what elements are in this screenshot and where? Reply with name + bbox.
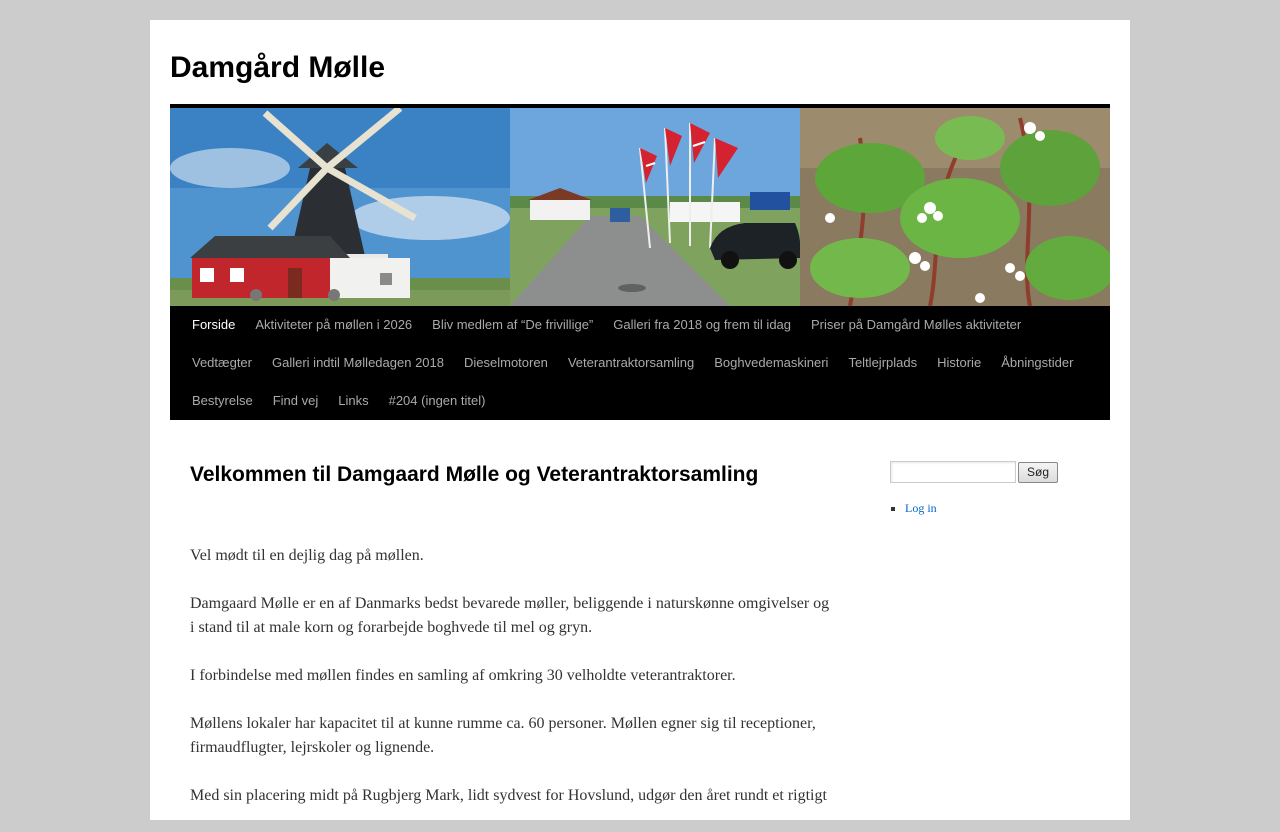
nav-item-forside[interactable]: Forside	[182, 306, 245, 344]
nav-item-aktiviteter[interactable]: Aktiviteter på møllen i 2026	[245, 306, 422, 344]
nav-item-find-vej[interactable]: Find vej	[263, 382, 329, 420]
list-item: Log in	[905, 501, 1110, 516]
nav-item-boghvedemaskineri[interactable]: Boghvedemaskineri	[704, 344, 838, 382]
meta-links: Log in	[890, 501, 1110, 516]
nav-item-links[interactable]: Links	[328, 382, 378, 420]
nav-item-aabningstider[interactable]: Åbningstider	[991, 344, 1083, 382]
header-banner-image	[170, 108, 1110, 306]
search-form: Søg	[890, 461, 1110, 483]
nav-item-priser[interactable]: Priser på Damgård Mølles aktiviteter	[801, 306, 1031, 344]
nav-item-galleri-indtil-2018[interactable]: Galleri indtil Mølledagen 2018	[262, 344, 454, 382]
post-paragraph: Med sin placering midt på Rugbjerg Mark,…	[190, 787, 827, 804]
nav-item-bestyrelse[interactable]: Bestyrelse	[182, 382, 263, 420]
banner-buckwheat-photo	[800, 108, 1110, 306]
nav-item-galleri-2018[interactable]: Galleri fra 2018 og frem til idag	[603, 306, 801, 344]
banner-windmill-photo	[170, 108, 510, 306]
search-button[interactable]: Søg	[1018, 461, 1059, 483]
post-paragraph: I forbindelse med møllen findes en samli…	[190, 667, 736, 684]
nav-item-historie[interactable]: Historie	[927, 344, 991, 382]
nav-item-204[interactable]: #204 (ingen titel)	[379, 382, 496, 420]
nav-item-veterantraktorsamling[interactable]: Veterantraktorsamling	[558, 344, 704, 382]
nav-item-bliv-medlem[interactable]: Bliv medlem af “De frivillige”	[422, 306, 603, 344]
page-wrapper: Damgård Mølle Forside Aktiviteter på møl…	[150, 20, 1130, 820]
post-paragraph: Møllens lokaler har kapacitet til at kun…	[190, 715, 816, 756]
post-title: Velkommen til Damgaard Mølle og Veterant…	[190, 463, 759, 486]
search-input[interactable]	[890, 461, 1016, 483]
login-link[interactable]: Log in	[905, 501, 937, 515]
nav-item-dieselmotoren[interactable]: Dieselmotoren	[454, 344, 558, 382]
banner-flags-photo	[510, 108, 801, 306]
main-content: Velkommen til Damgaard Mølle og Veterant…	[190, 460, 835, 832]
post-paragraph: Vel mødt til en dejlig dag på møllen.	[190, 547, 424, 564]
post-paragraph: Damgaard Mølle er en af Danmarks bedst b…	[190, 595, 830, 636]
sidebar: Søg Log in	[890, 461, 1110, 516]
main-navigation: Forside Aktiviteter på møllen i 2026 Bli…	[170, 306, 1110, 420]
site-title[interactable]: Damgård Mølle	[170, 50, 385, 86]
post-body: Vel mødt til en dejlig dag på møllen. Da…	[190, 544, 835, 808]
nav-item-teltlejrplads[interactable]: Teltlejrplads	[838, 344, 927, 382]
nav-item-vedtaegter[interactable]: Vedtægter	[182, 344, 262, 382]
